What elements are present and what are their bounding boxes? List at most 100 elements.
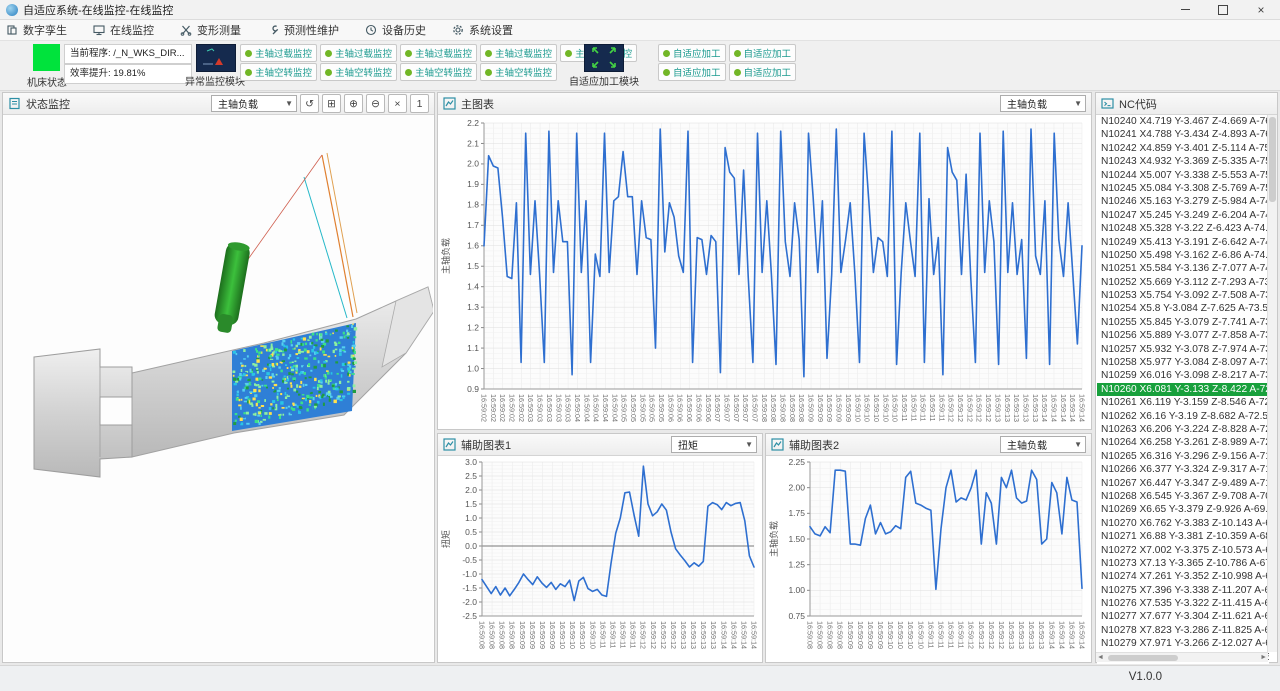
nc-line[interactable]: N10262 X6.16 Y-3.19 Z-8.682 A-72.534 C (1097, 410, 1269, 423)
nc-line[interactable]: N10251 X5.584 Y-3.136 Z-7.077 A-74.012 (1097, 262, 1269, 275)
fit-view-icon[interactable]: × (388, 94, 407, 113)
adaptive-module-thumbnail[interactable] (584, 44, 624, 72)
scroll-right-arrow-icon[interactable]: ► (1260, 654, 1267, 661)
nc-line[interactable]: N10269 X6.65 Y-3.379 Z-9.926 A-69.947 C (1097, 503, 1269, 516)
orbit-icon[interactable]: ↺ (300, 94, 319, 113)
nc-line[interactable]: N10274 X7.261 Y-3.352 Z-10.998 A-66.67 (1097, 570, 1269, 583)
idle-monitor-button-4[interactable]: 主轴空转监控 (480, 63, 557, 81)
view-mode-dropdown[interactable]: 主轴负载▼ (211, 95, 297, 112)
svg-text:2.1: 2.1 (467, 138, 479, 148)
svg-text:16:59:06: 16:59:06 (694, 394, 703, 422)
nc-line[interactable]: N10275 X7.396 Y-3.338 Z-11.207 A-65.95 (1097, 584, 1269, 597)
status-indicator-icon (663, 69, 670, 76)
nc-line[interactable]: N10248 X5.328 Y-3.22 Z-6.423 A-74.52 C (1097, 222, 1269, 235)
nc-code-list[interactable]: N10240 X4.719 Y-3.467 Z-4.669 A-76.396N1… (1097, 115, 1269, 664)
nc-line[interactable]: N10276 X7.535 Y-3.322 Z-11.415 A-65.22 (1097, 597, 1269, 610)
svg-text:16:59:14: 16:59:14 (1078, 394, 1087, 422)
svg-text:16:59:10: 16:59:10 (588, 621, 597, 649)
title-bar: 自适应系统-在线监控-在线监控 × (0, 0, 1280, 20)
nc-line[interactable]: N10242 X4.859 Y-3.401 Z-5.114 A-75.775 (1097, 142, 1269, 155)
idle-monitor-button-2[interactable]: 主轴空转监控 (320, 63, 397, 81)
nc-line[interactable]: N10241 X4.788 Y-3.434 Z-4.893 A-76.062 (1097, 128, 1269, 141)
aux-chart2-dropdown[interactable]: 主轴负载▼ (1000, 436, 1086, 453)
close-button[interactable]: × (1242, 0, 1280, 19)
nc-line[interactable]: N10254 X5.8 Y-3.084 Z-7.625 A-73.571 C (1097, 302, 1269, 315)
overload-monitor-button-4[interactable]: 主轴过载监控 (480, 44, 557, 62)
zoom-in-icon[interactable]: ⊕ (344, 94, 363, 113)
nc-line[interactable]: N10272 X7.002 Y-3.375 Z-10.573 A-68.05 (1097, 544, 1269, 557)
nc-line[interactable]: N10246 X5.163 Y-3.279 Z-5.984 A-74.892 (1097, 195, 1269, 208)
nc-line[interactable]: N10277 X7.677 Y-3.304 Z-11.621 A-64.48 (1097, 610, 1269, 623)
svg-text:16:59:06: 16:59:06 (666, 394, 675, 422)
pan-icon[interactable]: ⊞ (322, 94, 341, 113)
menu-item-2[interactable]: 在线监控 (93, 22, 154, 38)
svg-text:16:59:11: 16:59:11 (619, 621, 628, 648)
nc-horizontal-scrollbar[interactable]: ◄ ► (1096, 652, 1268, 662)
minimize-button[interactable] (1166, 0, 1204, 19)
adaptive-machining-button-1[interactable]: 自适应加工 (658, 44, 726, 62)
scrollbar-thumb[interactable] (1108, 655, 1178, 661)
nc-line[interactable]: N10271 X6.88 Y-3.381 Z-10.359 A-68.711 (1097, 530, 1269, 543)
nc-line[interactable]: N10270 X6.762 Y-3.383 Z-10.143 A-69.34 (1097, 517, 1269, 530)
idle-monitor-button-1[interactable]: 主轴空转监控 (240, 63, 317, 81)
maximize-button[interactable] (1204, 0, 1242, 19)
nc-line[interactable]: N10279 X7.971 Y-3.266 Z-12.027 A-62.98 (1097, 637, 1269, 650)
nc-line[interactable]: N10264 X6.258 Y-3.261 Z-8.989 A-72.072 (1097, 436, 1269, 449)
nc-line[interactable]: N10267 X6.447 Y-3.347 Z-9.489 A-71.055 (1097, 477, 1269, 490)
main-chart: 16:59:0216:59:0216:59:0216:59:0216:59:02… (438, 115, 1091, 429)
nc-line[interactable]: N10263 X6.206 Y-3.224 Z-8.828 A-72.33 C (1097, 423, 1269, 436)
adaptive-machining-button-4[interactable]: 自适应加工 (729, 63, 797, 81)
nc-line[interactable]: N10257 X5.932 Y-3.078 Z-7.974 A-73.243 (1097, 343, 1269, 356)
svg-text:16:59:06: 16:59:06 (685, 394, 694, 422)
svg-text:1.9: 1.9 (467, 179, 479, 189)
nc-line[interactable]: N10261 X6.119 Y-3.159 Z-8.546 A-72.701 (1097, 396, 1269, 409)
zoom-out-icon[interactable]: ⊖ (366, 94, 385, 113)
svg-text:扭矩: 扭矩 (440, 530, 451, 548)
nc-line-selected[interactable]: N10260 X6.081 Y-3.133 Z-8.422 A-72.835 (1097, 383, 1269, 396)
nc-line[interactable]: N10255 X5.845 Y-3.079 Z-7.741 A-73.458 (1097, 316, 1269, 329)
nc-line[interactable]: N10278 X7.823 Y-3.286 Z-11.825 A-63.73 (1097, 624, 1269, 637)
adaptive-machining-button-3[interactable]: 自适应加工 (658, 63, 726, 81)
nc-line[interactable]: N10250 X5.498 Y-3.162 Z-6.86 A-74.178 C (1097, 249, 1269, 262)
svg-text:16:59:09: 16:59:09 (816, 394, 825, 422)
nc-line[interactable]: N10252 X5.669 Y-3.112 Z-7.293 A-73.844 (1097, 276, 1269, 289)
menu-item-3[interactable]: 变形测量 (180, 22, 241, 38)
scroll-left-arrow-icon[interactable]: ◄ (1097, 654, 1104, 661)
nc-line[interactable]: N10258 X5.977 Y-3.084 Z-8.097 A-73.138 (1097, 356, 1269, 369)
overload-monitor-button-3[interactable]: 主轴过载监控 (400, 44, 477, 62)
nc-line[interactable]: N10249 X5.413 Y-3.191 Z-6.642 A-74.346 (1097, 236, 1269, 249)
nc-line[interactable]: N10266 X6.377 Y-3.324 Z-9.317 A-71.443 (1097, 463, 1269, 476)
main-chart-dropdown[interactable]: 主轴负载▼ (1000, 95, 1086, 112)
nc-line[interactable]: N10256 X5.889 Y-3.077 Z-7.858 A-73.348 (1097, 329, 1269, 342)
overload-monitor-button-2[interactable]: 主轴过载监控 (320, 44, 397, 62)
idle-monitor-button-3[interactable]: 主轴空转监控 (400, 63, 477, 81)
nc-line[interactable]: N10240 X4.719 Y-3.467 Z-4.669 A-76.396 (1097, 115, 1269, 128)
adaptive-machining-button-2[interactable]: 自适应加工 (729, 44, 797, 62)
nc-line[interactable]: N10243 X4.932 Y-3.369 Z-5.335 A-75.523 (1097, 155, 1269, 168)
nc-line[interactable]: N10268 X6.545 Y-3.367 Z-9.708 A-70.519 (1097, 490, 1269, 503)
nc-line[interactable]: N10259 X6.016 Y-3.098 Z-8.217 A-73.036 (1097, 369, 1269, 382)
svg-text:16:59:12: 16:59:12 (967, 621, 976, 649)
scrollbar-thumb[interactable] (1269, 117, 1276, 202)
nc-line[interactable]: N10273 X7.13 Y-3.365 Z-10.786 A-67.372 (1097, 557, 1269, 570)
svg-text:1.75: 1.75 (788, 508, 805, 518)
menu-item-1[interactable]: 数字孪生 (6, 22, 67, 38)
view-preset-button[interactable]: 1 (410, 94, 429, 113)
svg-text:2.5: 2.5 (465, 471, 477, 481)
nc-line[interactable]: N10244 X5.007 Y-3.338 Z-5.553 A-75.297 (1097, 169, 1269, 182)
svg-text:16:59:13: 16:59:13 (1031, 394, 1040, 422)
aux-chart1-dropdown[interactable]: 扭矩▼ (671, 436, 757, 453)
nc-line[interactable]: N10245 X5.084 Y-3.308 Z-5.769 A-75.088 (1097, 182, 1269, 195)
menu-item-4[interactable]: 预测性维护 (267, 22, 339, 38)
menu-item-5[interactable]: 设备历史 (365, 22, 426, 38)
nc-line[interactable]: N10253 X5.754 Y-3.092 Z-7.508 A-73.677 (1097, 289, 1269, 302)
nc-vertical-scrollbar[interactable] (1267, 115, 1277, 652)
menu-item-6[interactable]: 系统设置 (452, 22, 513, 38)
model-3d-viewport[interactable] (4, 115, 433, 661)
nc-line[interactable]: N10265 X6.316 Y-3.296 Z-9.156 A-71.771 (1097, 450, 1269, 463)
svg-text:16:59:10: 16:59:10 (853, 394, 862, 422)
overload-monitor-button-1[interactable]: 主轴过载监控 (240, 44, 317, 62)
abnormal-module-thumbnail[interactable] (196, 44, 236, 72)
nc-line[interactable]: N10247 X5.245 Y-3.249 Z-6.204 A-74.701 (1097, 209, 1269, 222)
svg-text:2.2: 2.2 (467, 118, 479, 128)
